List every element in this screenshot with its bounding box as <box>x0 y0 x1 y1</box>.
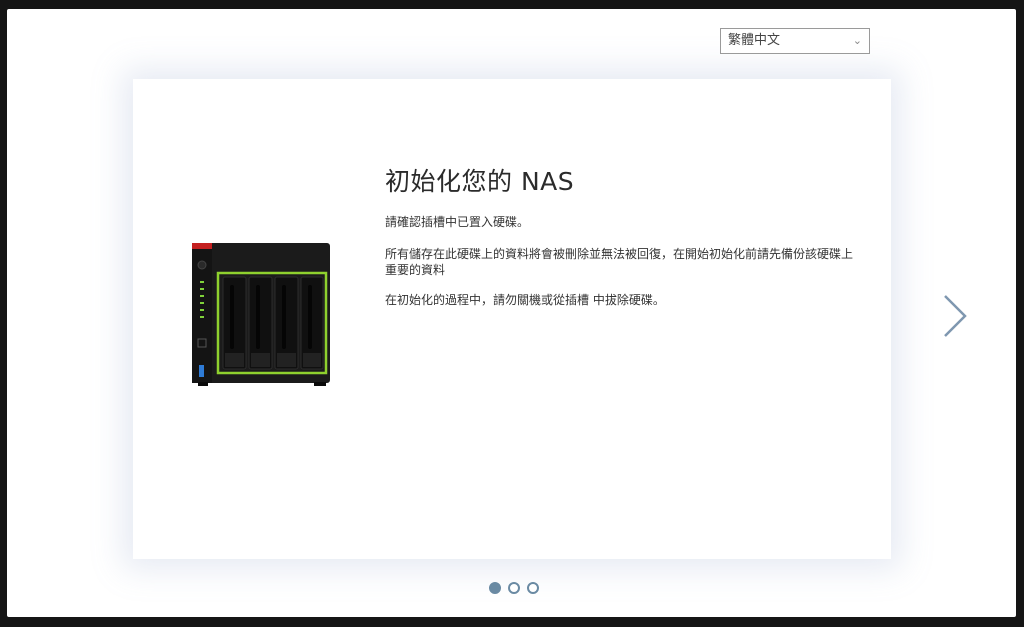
instruction-text-2: 所有儲存在此硬碟上的資料將會被刪除並無法被回復，在開始初始化前請先備份該硬碟上重… <box>385 247 854 277</box>
pagination-dot-2[interactable] <box>508 582 520 594</box>
pagination-dot-1[interactable] <box>489 582 501 594</box>
pagination-dot-3[interactable] <box>527 582 539 594</box>
nas-device-image <box>192 243 330 386</box>
language-select[interactable]: 繁體中文 ⌄ <box>720 28 870 54</box>
chevron-right-icon[interactable] <box>939 292 969 340</box>
chevron-down-icon: ⌄ <box>852 34 862 47</box>
pagination-dots <box>489 582 539 596</box>
instruction-text-3: 在初始化的過程中，請勿關機或從插槽 中拔除硬碟。 <box>385 293 665 307</box>
language-select-value: 繁體中文 <box>728 33 781 48</box>
screen-frame: 繁體中文 ⌄ 初始化您的 NAS 請確認插槽中已置入硬碟。 所有儲存在此硬碟上的… <box>0 0 1024 627</box>
page-title: 初始化您的 NAS <box>385 167 575 196</box>
setup-window: 繁體中文 ⌄ 初始化您的 NAS 請確認插槽中已置入硬碟。 所有儲存在此硬碟上的… <box>7 9 1016 617</box>
instruction-text-1: 請確認插槽中已置入硬碟。 <box>385 215 530 229</box>
